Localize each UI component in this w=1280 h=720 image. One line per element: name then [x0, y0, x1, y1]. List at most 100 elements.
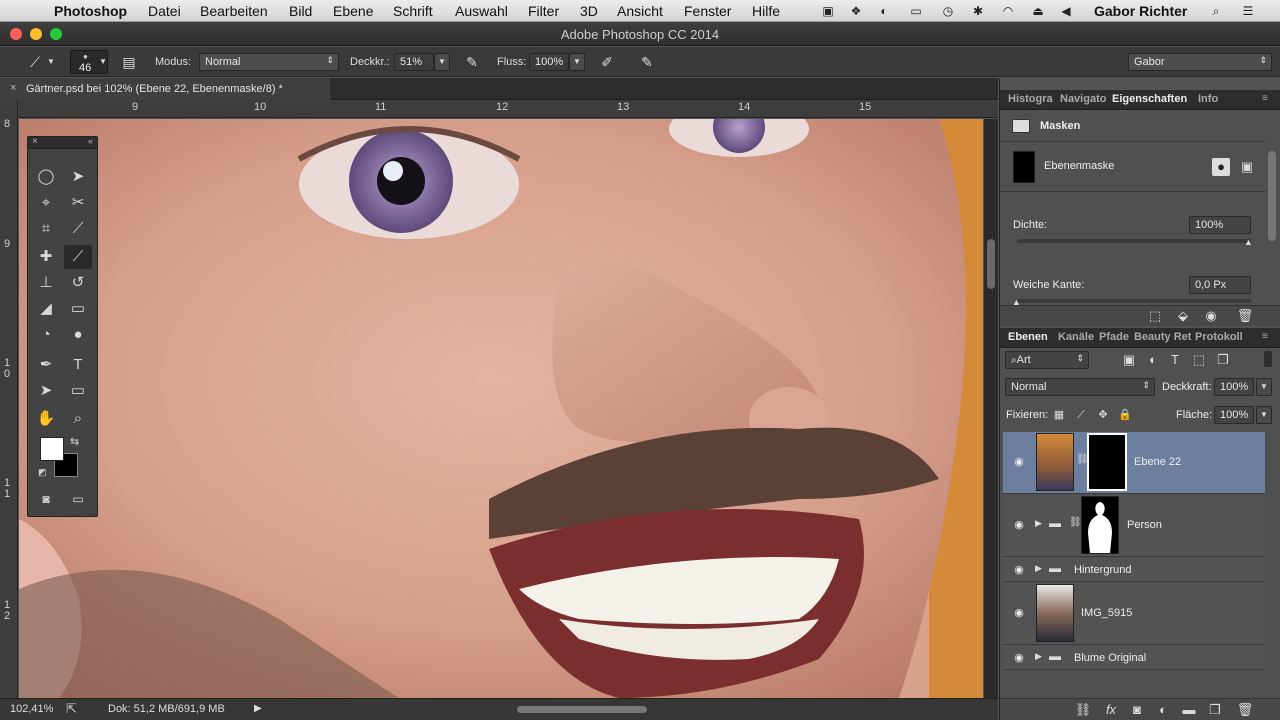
properties-scrollbar[interactable] — [1268, 151, 1276, 241]
eraser-icon[interactable]: ◢ — [32, 297, 60, 321]
status-menu-icon[interactable]: ▶ — [254, 703, 262, 714]
lock-all-icon[interactable]: 🔒 — [1116, 406, 1134, 424]
tab-beauty-retouch[interactable]: Beauty Ret — [1134, 331, 1191, 343]
zoom-tool-icon[interactable]: ⌕ — [64, 407, 92, 431]
rectangle-tool-icon[interactable]: ▭ — [64, 379, 92, 403]
panel-menu-icon[interactable]: ≡ — [1262, 93, 1268, 104]
gradient-icon[interactable]: ▭ — [64, 297, 92, 321]
menu-datei[interactable]: Datei — [148, 3, 181, 19]
eye-icon[interactable]: ◉ — [1011, 606, 1027, 622]
eye-icon[interactable]: ◉ — [1011, 455, 1027, 471]
airbrush-icon[interactable]: ✐ — [596, 52, 618, 72]
document-tab[interactable]: × Gärtner.psd bei 102% (Ebene 22, Ebenen… — [0, 78, 330, 100]
link-layers-icon[interactable]: ⛓ — [1074, 701, 1092, 719]
pixel-mask-icon[interactable]: ● — [1212, 158, 1230, 176]
history-brush-icon[interactable]: ↺ — [64, 271, 92, 295]
layer-name[interactable]: Blume Original — [1074, 652, 1146, 664]
filter-shape-icon[interactable]: ⬚ — [1190, 351, 1208, 369]
menu-3d[interactable]: 3D — [580, 3, 598, 19]
pen-tool-icon[interactable]: ✒ — [32, 353, 60, 377]
fill-input[interactable]: 100% — [1214, 406, 1254, 424]
tab-channels[interactable]: Kanäle — [1058, 331, 1094, 343]
pressure-size-icon[interactable]: ✎ — [636, 52, 658, 72]
foreground-color-swatch[interactable] — [40, 437, 64, 461]
eye-icon[interactable]: ◉ — [1011, 651, 1027, 667]
menu-ebene[interactable]: Ebene — [333, 3, 373, 19]
fx-icon[interactable]: fx — [1102, 701, 1120, 719]
eye-icon[interactable]: ◉ — [1011, 518, 1027, 534]
blend-mode-select[interactable]: Normal ⇕ — [1005, 378, 1155, 396]
workspace-select[interactable]: Gabor ⇕ — [1128, 53, 1272, 71]
lock-pixels-icon[interactable]: ⟋ — [1072, 406, 1090, 424]
brush-panel-icon[interactable]: ▤ — [118, 52, 140, 72]
quick-mask-icon[interactable]: ◙ — [32, 487, 60, 511]
lock-position-icon[interactable]: ✥ — [1094, 406, 1112, 424]
zoom-level[interactable]: 102,41% — [10, 703, 53, 715]
close-tab-icon[interactable]: × — [10, 82, 16, 94]
density-slider-handle[interactable]: ▲ — [1244, 237, 1253, 247]
vector-mask-icon[interactable]: ▣ — [1238, 158, 1256, 176]
hand-tool-icon[interactable]: ✋ — [32, 407, 60, 431]
density-input[interactable]: 100% — [1189, 216, 1251, 234]
filter-type-icon[interactable]: T — [1166, 351, 1184, 369]
filter-pixel-icon[interactable]: ▣ — [1120, 351, 1138, 369]
dropbox-icon[interactable]: ❖ — [848, 4, 864, 18]
tab-properties[interactable]: Eigenschaften — [1112, 93, 1187, 105]
layer-name[interactable]: Hintergrund — [1074, 564, 1131, 576]
menu-hilfe[interactable]: Hilfe — [752, 3, 780, 19]
mask-thumbnail[interactable] — [1087, 433, 1127, 491]
eject-icon[interactable]: ⏏ — [1030, 4, 1046, 18]
trash-icon[interactable]: 🗑 — [1236, 307, 1254, 325]
eyedropper-icon[interactable]: ⟋ — [64, 217, 92, 241]
new-layer-icon[interactable]: ❐ — [1206, 701, 1224, 719]
menu-list-icon[interactable]: ☰ — [1240, 4, 1256, 18]
delete-layer-icon[interactable]: 🗑 — [1236, 701, 1254, 719]
new-group-icon[interactable]: ▬ — [1180, 701, 1198, 719]
evernote-icon[interactable]: ◐ — [876, 4, 892, 18]
feather-input[interactable]: 0,0 Px — [1189, 276, 1251, 294]
brush-size-dropdown-icon[interactable]: ▼ — [96, 52, 110, 72]
adjustment-layer-icon[interactable]: ◐ — [1154, 701, 1172, 719]
tab-history[interactable]: Protokoll — [1195, 331, 1243, 343]
ellipse-marquee-icon[interactable]: ◯ — [32, 165, 60, 189]
chain-link-icon[interactable]: ⛓ — [1069, 517, 1082, 528]
tab-layers[interactable]: Ebenen — [1008, 331, 1048, 343]
expand-arrow-icon[interactable]: ▶ — [1035, 563, 1042, 574]
layer-name[interactable]: IMG_5915 — [1081, 607, 1132, 619]
brush-tool-preset-icon[interactable]: ⟋ — [24, 52, 46, 72]
menu-fenster[interactable]: Fenster — [684, 3, 731, 19]
layer-row[interactable]: ◉ ▶ ▬ Blume Original — [1003, 646, 1265, 670]
crop-tool-icon[interactable]: ⌗ — [32, 217, 60, 241]
bluetooth-icon[interactable]: ✱ — [970, 4, 986, 18]
density-slider[interactable] — [1017, 239, 1251, 243]
polygon-lasso-icon[interactable]: ⌖ — [32, 191, 60, 215]
layer-opacity-dropdown-icon[interactable]: ▼ — [1256, 378, 1272, 396]
tab-histogram[interactable]: Histogra — [1008, 93, 1053, 105]
wifi-icon[interactable]: ◠ — [1000, 4, 1016, 18]
quick-selection-icon[interactable]: ✂ — [64, 191, 92, 215]
tab-info[interactable]: Info — [1198, 93, 1218, 105]
tools-palette-header[interactable]: × « — [28, 136, 97, 149]
mask-thumbnail[interactable] — [1081, 496, 1119, 554]
search-icon[interactable]: ⌕ — [1208, 4, 1224, 18]
dodge-icon[interactable]: ● — [64, 323, 92, 347]
expand-arrow-icon[interactable]: ▶ — [1035, 518, 1042, 529]
vertical-scroll-thumb[interactable] — [987, 239, 995, 289]
opacity-input[interactable]: 51% — [394, 53, 434, 71]
tab-navigator[interactable]: Navigato — [1060, 93, 1106, 105]
apply-mask-icon[interactable]: ⬙ — [1174, 307, 1192, 325]
horizontal-scroll-thumb[interactable] — [517, 706, 647, 713]
brush-tool-icon[interactable]: ⟋ — [64, 245, 92, 269]
visibility-icon[interactable]: ◉ — [1202, 307, 1220, 325]
load-selection-icon[interactable]: ⬚ — [1146, 307, 1164, 325]
user-name[interactable]: Gabor Richter — [1094, 3, 1187, 19]
layer-opacity-input[interactable]: 100% — [1214, 378, 1254, 396]
swap-colors-icon[interactable]: ⇆ — [70, 435, 79, 448]
healing-brush-icon[interactable]: ✚ — [32, 245, 60, 269]
tab-paths[interactable]: Pfade — [1099, 331, 1129, 343]
opacity-dropdown-icon[interactable]: ▼ — [434, 53, 450, 71]
filter-toggle[interactable] — [1264, 351, 1272, 367]
layer-name[interactable]: Ebene 22 — [1134, 456, 1181, 468]
feather-slider[interactable] — [1017, 299, 1251, 303]
expand-arrow-icon[interactable]: ▶ — [1035, 651, 1042, 662]
